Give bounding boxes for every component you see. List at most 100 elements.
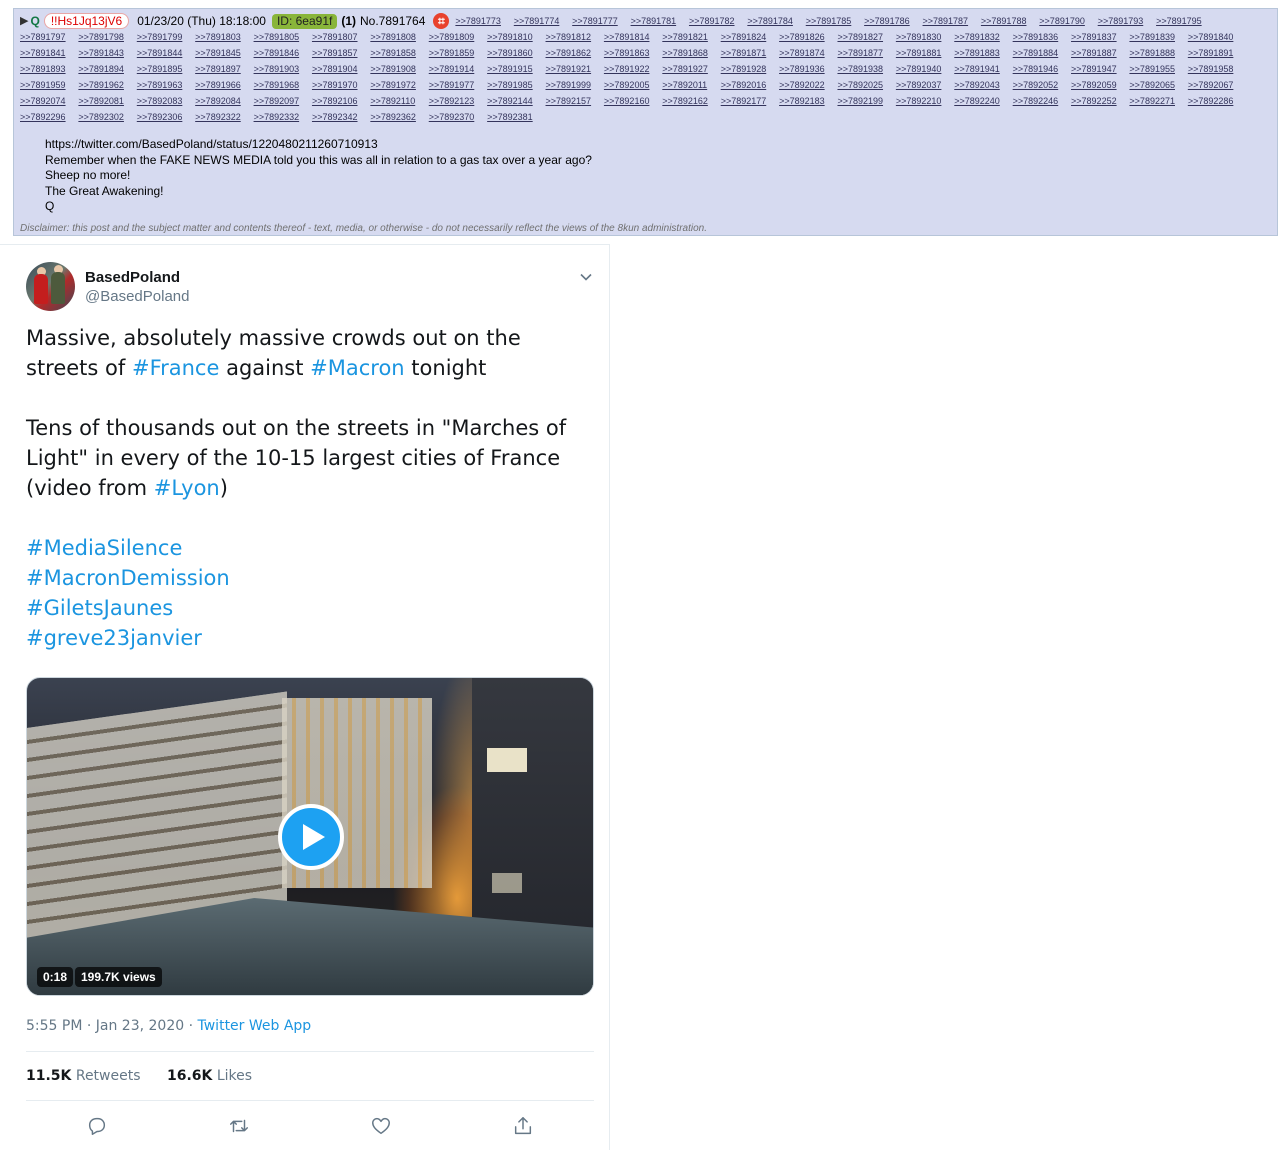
backlink[interactable]: >>7891793 <box>1098 13 1156 29</box>
backlink[interactable]: >>7891812 <box>546 29 604 45</box>
backlink[interactable]: >>7891862 <box>546 45 604 61</box>
backlink[interactable]: >>7891844 <box>137 45 195 61</box>
backlink[interactable]: >>7891836 <box>1013 29 1071 45</box>
backlink[interactable]: >>7891843 <box>78 45 136 61</box>
backlink[interactable]: >>7891985 <box>487 77 545 93</box>
backlink[interactable]: >>7892081 <box>78 93 136 109</box>
backlink[interactable]: >>7891845 <box>195 45 253 61</box>
backlink[interactable]: >>7891840 <box>1188 29 1246 45</box>
backlink[interactable]: >>7892210 <box>896 93 954 109</box>
backlink[interactable]: >>7892025 <box>837 77 895 93</box>
backlink[interactable]: >>7891786 <box>864 13 922 29</box>
backlink[interactable]: >>7892362 <box>370 109 428 125</box>
backlink[interactable]: >>7891841 <box>20 45 78 61</box>
backlink[interactable]: >>7891788 <box>981 13 1039 29</box>
backlink[interactable]: >>7891777 <box>572 13 630 29</box>
backlink[interactable]: >>7891897 <box>195 61 253 77</box>
backlink[interactable]: >>7891785 <box>806 13 864 29</box>
backlink[interactable]: >>7891914 <box>429 61 487 77</box>
tweet-source-app[interactable]: Twitter Web App <box>198 1018 312 1034</box>
backlink[interactable]: >>7891884 <box>1013 45 1071 61</box>
share-icon[interactable] <box>512 1115 534 1137</box>
retweet-icon[interactable] <box>228 1115 250 1137</box>
backlink[interactable]: >>7891921 <box>546 61 604 77</box>
chevron-down-icon[interactable] <box>580 271 592 283</box>
backlink[interactable]: >>7892252 <box>1071 93 1129 109</box>
backlink[interactable]: >>7891940 <box>896 61 954 77</box>
backlink[interactable]: >>7891893 <box>20 61 78 77</box>
backlink[interactable]: >>7891941 <box>954 61 1012 77</box>
backlink[interactable]: >>7892296 <box>20 109 78 125</box>
backlink[interactable]: >>7892162 <box>662 93 720 109</box>
backlink[interactable]: >>7891830 <box>896 29 954 45</box>
backlink[interactable]: >>7891784 <box>747 13 805 29</box>
collapse-arrow-icon[interactable]: ▶ <box>20 13 28 29</box>
hashtag-giletsjaunes[interactable]: #GiletsJaunes <box>26 593 591 623</box>
backlink[interactable]: >>7891782 <box>689 13 747 29</box>
backlink[interactable]: >>7891977 <box>429 77 487 93</box>
backlink[interactable]: >>7892083 <box>137 93 195 109</box>
backlink[interactable]: >>7892332 <box>254 109 312 125</box>
backlink[interactable]: >>7891887 <box>1071 45 1129 61</box>
backlink[interactable]: >>7892043 <box>954 77 1012 93</box>
poster-id[interactable]: ID: 6ea91f <box>271 13 338 29</box>
backlink[interactable]: >>7892157 <box>546 93 604 109</box>
backlink[interactable]: >>7891962 <box>78 77 136 93</box>
display-name[interactable]: BasedPoland <box>85 268 189 287</box>
backlink[interactable]: >>7892022 <box>779 77 837 93</box>
backlink[interactable]: >>7892074 <box>20 93 78 109</box>
backlink[interactable]: >>7891891 <box>1188 45 1246 61</box>
backlink[interactable]: >>7891936 <box>779 61 837 77</box>
backlink[interactable]: >>7891814 <box>604 29 662 45</box>
backlink[interactable]: >>7892110 <box>370 93 428 109</box>
backlink[interactable]: >>7891903 <box>254 61 312 77</box>
backlink[interactable]: >>7891824 <box>721 29 779 45</box>
retweets-stat[interactable]: 11.5K Retweets <box>26 1068 141 1084</box>
hashtag-greve23janvier[interactable]: #greve23janvier <box>26 623 591 653</box>
backlink[interactable]: >>7891832 <box>954 29 1012 45</box>
backlink[interactable]: >>7891874 <box>779 45 837 61</box>
avatar[interactable] <box>26 262 75 311</box>
backlink[interactable]: >>7892199 <box>837 93 895 109</box>
hashtag-macron[interactable]: #Macron <box>310 356 404 380</box>
backlink[interactable]: >>7892106 <box>312 93 370 109</box>
play-button-icon[interactable] <box>278 804 344 870</box>
backlink[interactable]: >>7891821 <box>662 29 720 45</box>
backlink[interactable]: >>7891859 <box>429 45 487 61</box>
post-tweet-link[interactable]: https://twitter.com/BasedPoland/status/1… <box>45 137 378 151</box>
backlink[interactable]: >>7891922 <box>604 61 662 77</box>
backlink[interactable]: >>7891846 <box>254 45 312 61</box>
backlink[interactable]: >>7892123 <box>429 93 487 109</box>
backlink[interactable]: >>7892084 <box>195 93 253 109</box>
backlink[interactable]: >>7891908 <box>370 61 428 77</box>
backlink[interactable]: >>7892016 <box>721 77 779 93</box>
backlink[interactable]: >>7891883 <box>954 45 1012 61</box>
video-player[interactable]: 0:18 199.7K views <box>26 677 594 996</box>
backlink[interactable]: >>7892322 <box>195 109 253 125</box>
backlink[interactable]: >>7892052 <box>1013 77 1071 93</box>
backlink[interactable]: >>7891787 <box>923 13 981 29</box>
backlink[interactable]: >>7891860 <box>487 45 545 61</box>
hashtag-france[interactable]: #France <box>132 356 219 380</box>
backlink[interactable]: >>7892097 <box>254 93 312 109</box>
hashtag-mediasilence[interactable]: #MediaSilence <box>26 533 591 563</box>
backlink[interactable]: >>7891928 <box>721 61 779 77</box>
hashtag-lyon[interactable]: #Lyon <box>154 476 220 500</box>
backlink[interactable]: >>7891881 <box>896 45 954 61</box>
backlink[interactable]: >>7891797 <box>20 29 78 45</box>
backlink[interactable]: >>7892144 <box>487 93 545 109</box>
backlink[interactable]: >>7891963 <box>137 77 195 93</box>
backlink[interactable]: >>7891798 <box>78 29 136 45</box>
backlink[interactable]: >>7891839 <box>1129 29 1187 45</box>
backlink[interactable]: >>7892240 <box>954 93 1012 109</box>
backlink[interactable]: >>7891888 <box>1129 45 1187 61</box>
backlink[interactable]: >>7892067 <box>1188 77 1246 93</box>
backlink[interactable]: >>7891904 <box>312 61 370 77</box>
backlink[interactable]: >>7891807 <box>312 29 370 45</box>
likes-stat[interactable]: 16.6K Likes <box>167 1068 252 1084</box>
backlink[interactable]: >>7891958 <box>1188 61 1246 77</box>
backlink[interactable]: >>7892286 <box>1188 93 1246 109</box>
backlink[interactable]: >>7891927 <box>662 61 720 77</box>
backlink[interactable]: >>7891799 <box>137 29 195 45</box>
backlink[interactable]: >>7892065 <box>1129 77 1187 93</box>
